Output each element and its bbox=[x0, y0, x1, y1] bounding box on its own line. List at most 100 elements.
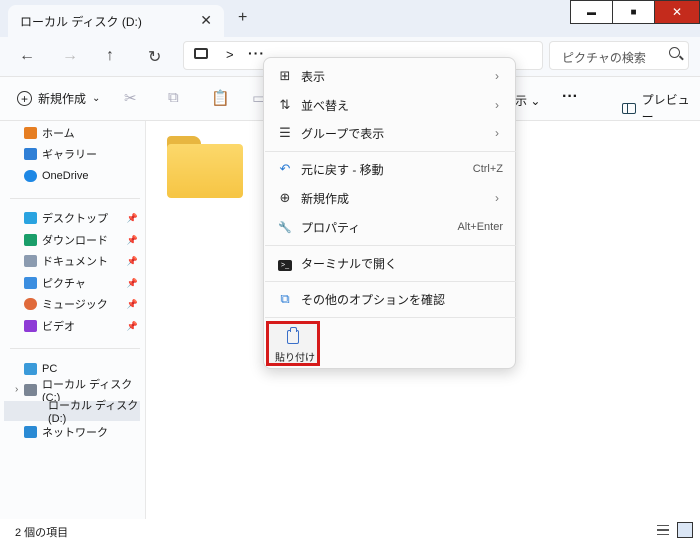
view-button-fragment[interactable]: 示 ⌄ bbox=[515, 92, 540, 109]
menu-item-shortcut: Alt+Enter bbox=[457, 221, 503, 233]
sidebar-item-label: ミュージック bbox=[42, 299, 108, 311]
tab-local-disk-d[interactable]: ローカル ディスク (D:) ✕ bbox=[8, 5, 224, 37]
sidebar-item-music[interactable]: ミュージック 📌 bbox=[24, 294, 144, 314]
chevron-right-icon: › bbox=[495, 126, 499, 140]
status-bar: 2 個の項目 bbox=[0, 519, 700, 542]
breadcrumb-more-button[interactable]: ··· bbox=[248, 45, 265, 61]
document-icon bbox=[24, 255, 37, 267]
large-icons-view-icon[interactable] bbox=[677, 522, 693, 538]
folder-icon-body bbox=[167, 144, 243, 198]
menu-item-properties[interactable]: 🔧 プロパティ Alt+Enter bbox=[268, 213, 513, 241]
plus-circle-icon: + bbox=[17, 91, 32, 106]
home-icon bbox=[24, 127, 37, 139]
grid-view-icon: ⊞ bbox=[279, 68, 291, 83]
pin-icon: 📌 bbox=[126, 298, 138, 309]
music-icon bbox=[24, 298, 37, 310]
sidebar-item-label: ギャラリー bbox=[42, 149, 97, 161]
desktop-icon bbox=[24, 212, 37, 224]
sidebar-item-gallery[interactable]: ギャラリー bbox=[24, 144, 144, 164]
tab-close-icon[interactable]: ✕ bbox=[200, 12, 212, 29]
preview-label: プレビュー bbox=[641, 93, 690, 124]
minimize-button[interactable]: ▬ bbox=[570, 0, 613, 24]
sidebar-item-pictures[interactable]: ピクチャ 📌 bbox=[24, 273, 144, 293]
sidebar-item-downloads[interactable]: ダウンロード 📌 bbox=[24, 230, 144, 250]
menu-item-label: 表示 bbox=[301, 69, 326, 84]
menu-item-label: プロパティ bbox=[301, 220, 361, 235]
chevron-right-icon: › bbox=[495, 98, 499, 112]
sidebar-item-network[interactable]: ネットワーク bbox=[24, 422, 144, 442]
menu-item-new[interactable]: ⊕ 新規作成 › bbox=[268, 184, 513, 212]
menu-item-more-options[interactable]: ⧉ その他のオプションを確認 bbox=[268, 285, 513, 313]
sidebar-item-label: ネットワーク bbox=[42, 427, 108, 439]
cloud-icon bbox=[24, 170, 37, 182]
chevron-right-icon: › bbox=[495, 69, 499, 83]
sidebar-item-disk-d[interactable]: ローカル ディスク (D:) bbox=[4, 400, 140, 425]
forward-arrow-icon[interactable]: → bbox=[62, 47, 78, 65]
menu-item-open-terminal[interactable]: >_ ターミナルで開く bbox=[268, 249, 513, 277]
close-window-button[interactable]: ✕ bbox=[654, 0, 700, 24]
search-input[interactable]: ピクチャの検索 bbox=[549, 41, 689, 70]
sidebar-item-label: ピクチャ bbox=[42, 278, 86, 290]
gallery-icon bbox=[24, 148, 37, 160]
preview-button[interactable]: プレビュー bbox=[622, 91, 700, 125]
pin-icon: 📌 bbox=[126, 320, 138, 331]
menu-item-shortcut: Ctrl+Z bbox=[472, 163, 503, 175]
sidebar-item-home[interactable]: ホーム bbox=[24, 123, 144, 143]
refresh-icon[interactable]: ↻ bbox=[148, 47, 161, 67]
sidebar-divider bbox=[10, 348, 140, 349]
paste-label: 貼り付け bbox=[275, 353, 315, 364]
paste-icon bbox=[287, 327, 299, 344]
maximize-button[interactable]: ■ bbox=[612, 0, 655, 24]
sidebar-item-label: デスクトップ bbox=[42, 213, 108, 225]
sidebar-item-label: OneDrive bbox=[42, 170, 89, 182]
more-options-icon: ⧉ bbox=[280, 291, 290, 306]
new-tab-button[interactable]: + bbox=[238, 9, 247, 27]
back-arrow-icon[interactable]: ← bbox=[19, 47, 35, 65]
new-button-label: 新規作成 bbox=[38, 92, 87, 106]
breadcrumb-chevron-icon[interactable]: > bbox=[226, 47, 234, 62]
menu-item-view[interactable]: ⊞ 表示 › bbox=[268, 62, 513, 90]
up-arrow-icon[interactable]: ↑ bbox=[106, 47, 114, 65]
terminal-icon: >_ bbox=[277, 255, 293, 271]
pin-icon: 📌 bbox=[126, 234, 138, 245]
pin-icon: 📌 bbox=[126, 212, 138, 223]
context-menu: ⊞ 表示 › ⇅ 並べ替え › ☰ グループで表示 › ↶ 元に戻す - 移動 … bbox=[263, 57, 516, 369]
computer-icon bbox=[24, 363, 37, 375]
search-placeholder: ピクチャの検索 bbox=[562, 51, 646, 65]
sidebar-divider bbox=[10, 198, 140, 199]
sort-icon: ⇅ bbox=[279, 97, 291, 112]
sidebar-item-desktop[interactable]: デスクトップ 📌 bbox=[24, 208, 144, 228]
menu-divider bbox=[265, 281, 516, 282]
minimize-icon: ▬ bbox=[587, 7, 596, 17]
copy-icon[interactable]: ⧉ bbox=[168, 89, 179, 106]
navigation-pane: ホーム ギャラリー OneDrive デスクトップ 📌 ダウンロード 📌 ドキュ… bbox=[0, 121, 146, 519]
wrench-icon: 🔧 bbox=[278, 221, 292, 234]
paste-button[interactable]: 貼り付け bbox=[266, 321, 320, 366]
new-button[interactable]: + 新規作成 ⌄ bbox=[17, 90, 100, 107]
folder-item[interactable] bbox=[167, 136, 243, 198]
sidebar-item-documents[interactable]: ドキュメント 📌 bbox=[24, 251, 144, 271]
menu-divider bbox=[265, 151, 516, 152]
menu-item-label: 並べ替え bbox=[301, 98, 350, 113]
menu-item-label: その他のオプションを確認 bbox=[301, 292, 446, 307]
sidebar-item-videos[interactable]: ビデオ 📌 bbox=[24, 316, 144, 336]
sidebar-item-onedrive[interactable]: OneDrive bbox=[24, 166, 144, 186]
sidebar-item-label: ダウンロード bbox=[42, 235, 108, 247]
cut-icon[interactable]: ✂ bbox=[124, 89, 137, 107]
details-view-icon[interactable] bbox=[655, 522, 671, 538]
pin-icon: 📌 bbox=[126, 277, 138, 288]
chevron-down-icon: ⌄ bbox=[92, 93, 101, 104]
close-icon: ✕ bbox=[671, 5, 683, 19]
new-icon: ⊕ bbox=[279, 190, 291, 205]
terminal-glyph: >_ bbox=[278, 260, 292, 271]
more-options-button[interactable]: ··· bbox=[562, 88, 578, 106]
video-icon bbox=[24, 320, 37, 332]
expand-chevron-icon[interactable]: › bbox=[15, 384, 18, 395]
menu-item-sort[interactable]: ⇅ 並べ替え › bbox=[268, 91, 513, 119]
menu-item-group-by[interactable]: ☰ グループで表示 › bbox=[268, 119, 513, 147]
paste-icon[interactable]: 📋 bbox=[211, 89, 230, 107]
maximize-icon: ■ bbox=[630, 6, 637, 18]
menu-item-undo-move[interactable]: ↶ 元に戻す - 移動 Ctrl+Z bbox=[268, 155, 513, 183]
preview-pane-icon bbox=[622, 102, 636, 114]
sidebar-item-label: ローカル ディスク (D:) bbox=[48, 400, 139, 425]
